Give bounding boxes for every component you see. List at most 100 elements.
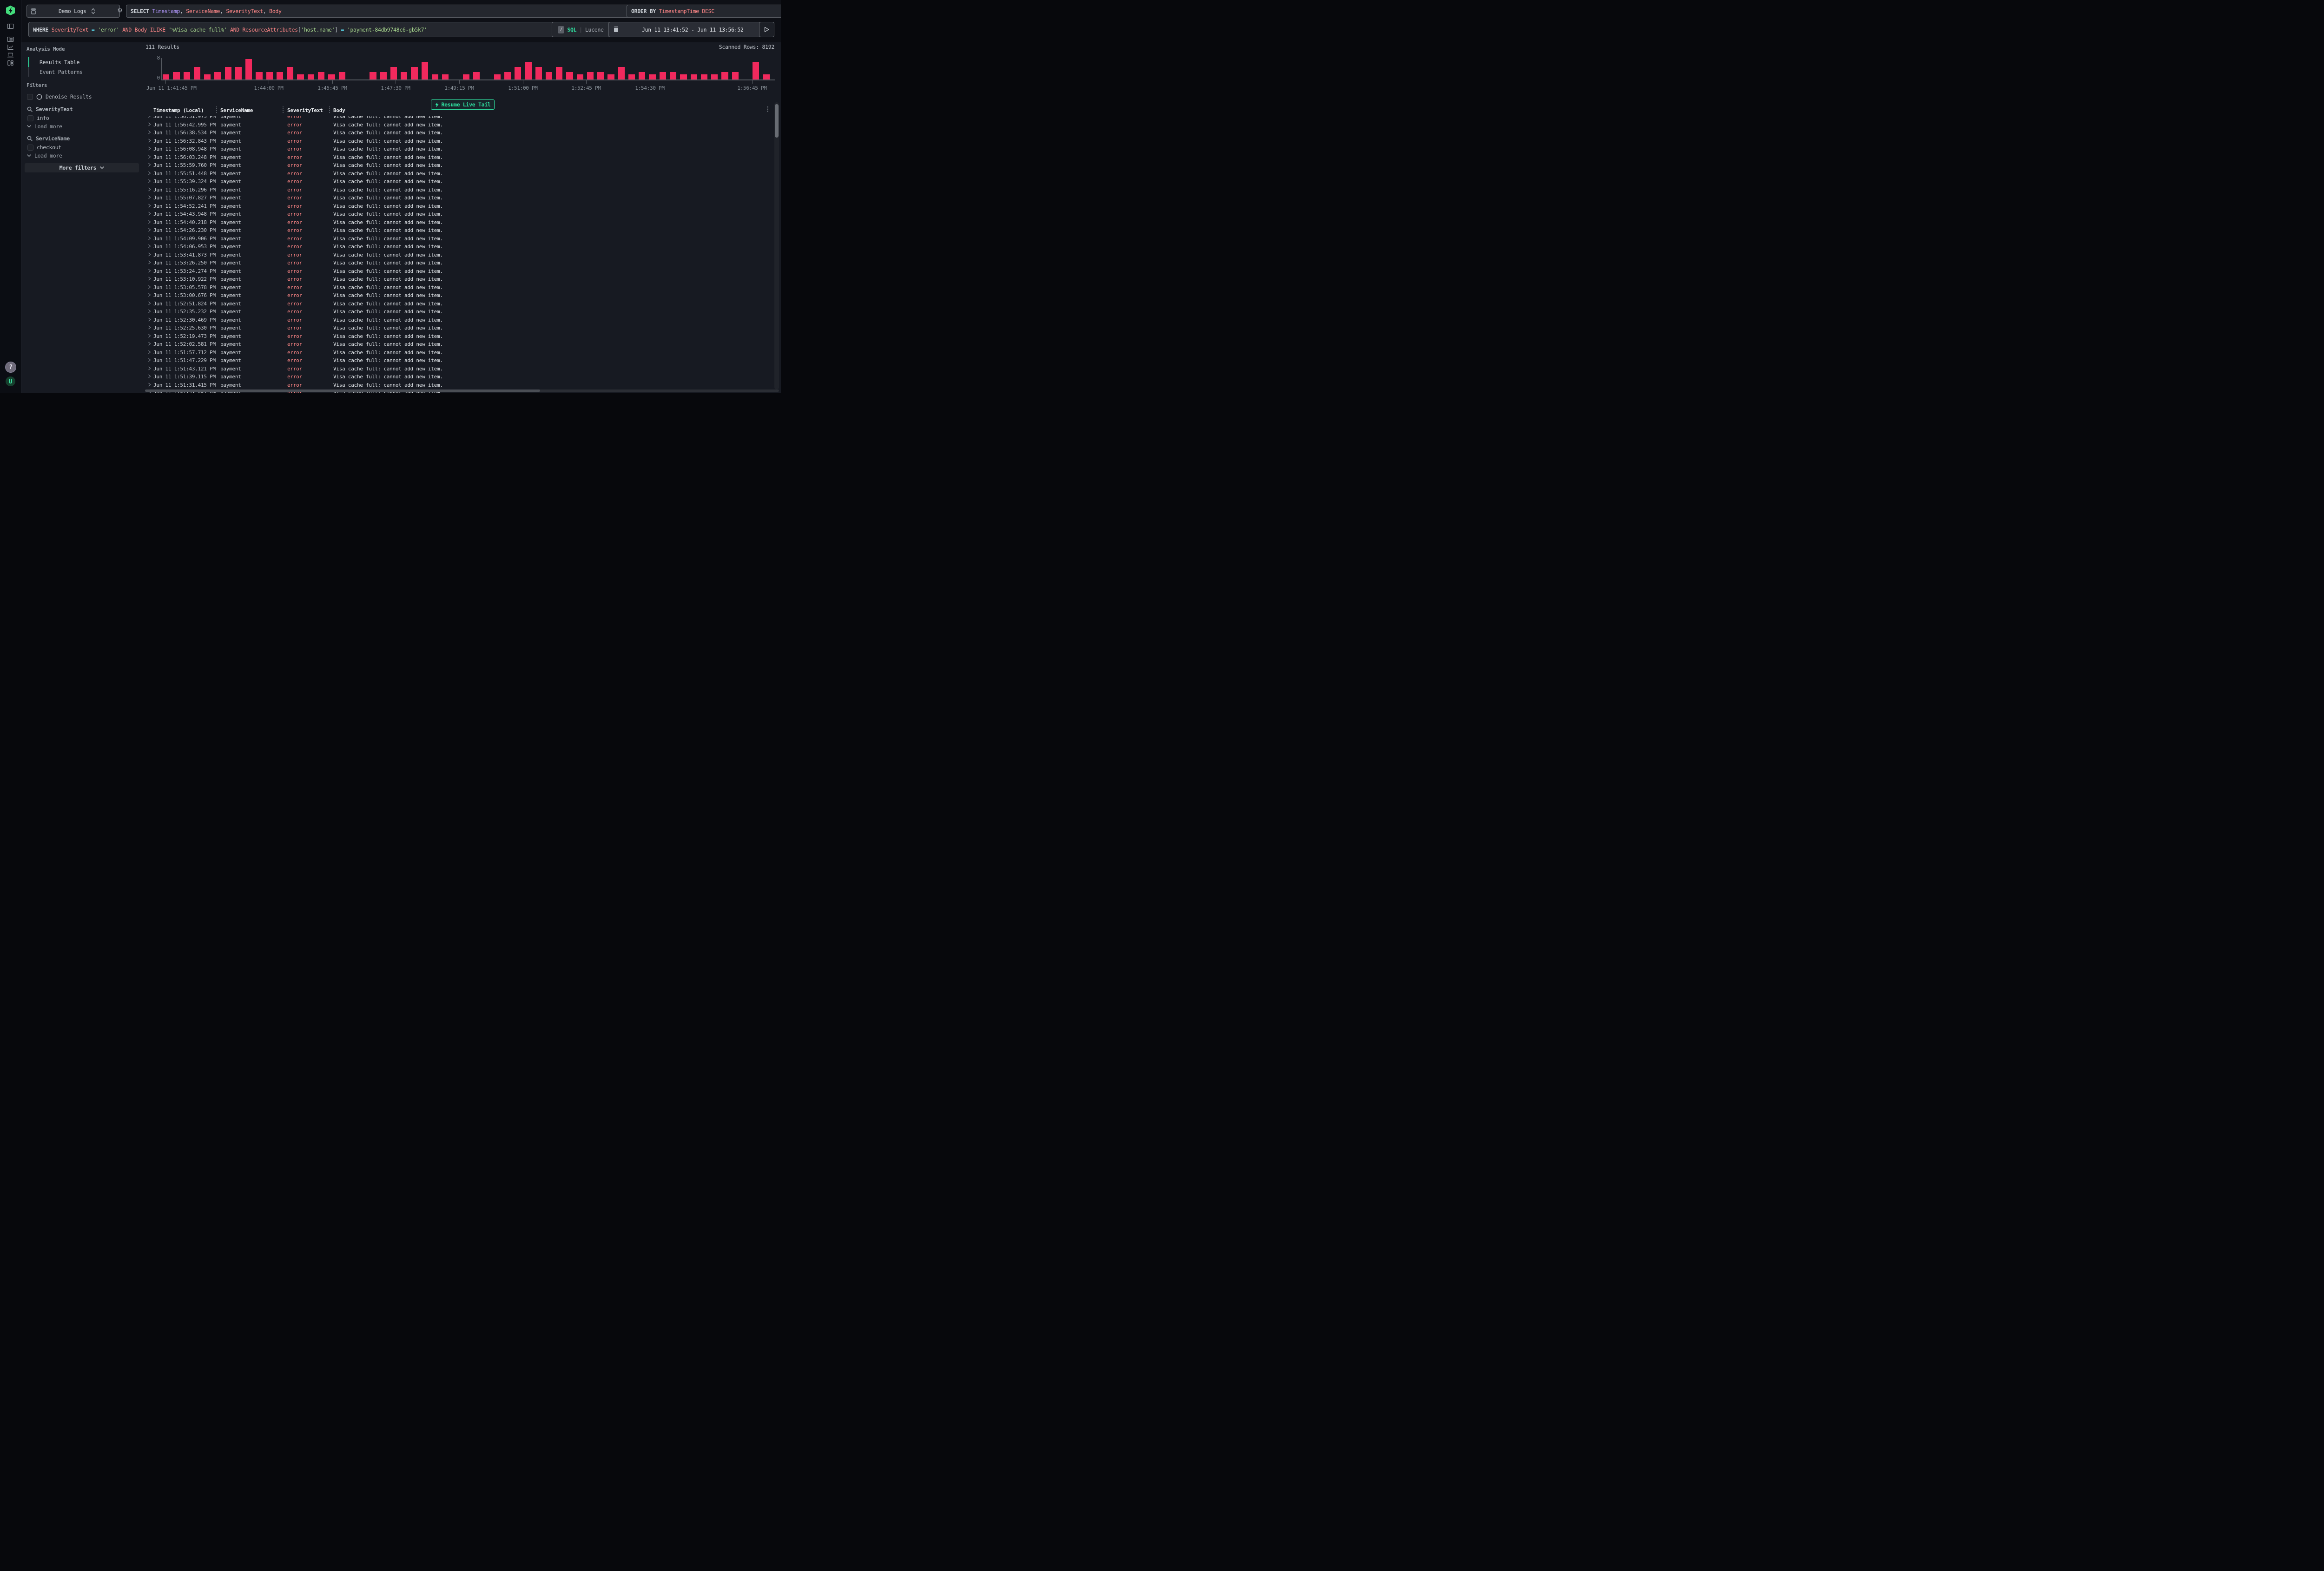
- row-expand-icon[interactable]: [148, 244, 151, 248]
- row-expand-icon[interactable]: [148, 122, 151, 126]
- row-expand-icon[interactable]: [148, 195, 151, 199]
- row-expand-icon[interactable]: [148, 285, 151, 289]
- histogram-bar[interactable]: [639, 72, 645, 80]
- row-expand-icon[interactable]: [148, 260, 151, 264]
- sidebar-toggle-icon[interactable]: [7, 22, 14, 30]
- row-expand-icon[interactable]: [148, 317, 151, 322]
- table-row[interactable]: Jun 11 1:51:57.712 PMpaymenterrorVisa ca…: [144, 348, 773, 356]
- histogram-bar[interactable]: [401, 72, 407, 80]
- language-sql-option[interactable]: SQL: [567, 26, 576, 33]
- row-expand-icon[interactable]: [148, 220, 151, 224]
- info-checkbox[interactable]: [27, 115, 33, 121]
- histogram-bar[interactable]: [597, 72, 604, 80]
- table-row[interactable]: Jun 11 1:56:32.843 PMpaymenterrorVisa ca…: [144, 137, 773, 145]
- user-avatar[interactable]: U: [6, 376, 15, 386]
- table-row[interactable]: Jun 11 1:52:25.630 PMpaymenterrorVisa ca…: [144, 323, 773, 332]
- column-grip-icon[interactable]: [283, 106, 284, 113]
- row-expand-icon[interactable]: [148, 350, 151, 354]
- histogram-bar[interactable]: [670, 72, 676, 80]
- histogram-bar[interactable]: [628, 74, 635, 79]
- histogram-bar[interactable]: [566, 72, 573, 80]
- histogram-bar[interactable]: [432, 74, 438, 79]
- row-expand-icon[interactable]: [148, 252, 151, 257]
- severitytext-load-more[interactable]: Load more: [27, 123, 62, 130]
- histogram-bar[interactable]: [753, 62, 759, 80]
- row-expand-icon[interactable]: [148, 342, 151, 346]
- table-row[interactable]: Jun 11 1:54:06.953 PMpaymenterrorVisa ca…: [144, 242, 773, 251]
- table-row[interactable]: Jun 11 1:54:52.241 PMpaymenterrorVisa ca…: [144, 202, 773, 210]
- order-by-input[interactable]: ORDER BY TimestampTime DESC: [627, 5, 781, 18]
- histogram-bar[interactable]: [660, 72, 666, 80]
- table-row[interactable]: Jun 11 1:53:05.578 PMpaymenterrorVisa ca…: [144, 283, 773, 291]
- tab-event-patterns[interactable]: Event Patterns: [28, 67, 83, 77]
- table-row[interactable]: Jun 11 1:53:00.676 PMpaymenterrorVisa ca…: [144, 291, 773, 299]
- row-expand-icon[interactable]: [148, 228, 151, 232]
- histogram-bar[interactable]: [618, 67, 625, 80]
- table-row[interactable]: Jun 11 1:55:59.760 PMpaymenterrorVisa ca…: [144, 161, 773, 169]
- run-query-button[interactable]: [759, 22, 774, 37]
- row-expand-icon[interactable]: [148, 325, 151, 330]
- histogram-bar[interactable]: [587, 72, 594, 80]
- histogram-bar[interactable]: [390, 67, 397, 80]
- histogram-bar[interactable]: [411, 67, 417, 80]
- row-expand-icon[interactable]: [148, 277, 151, 281]
- histogram-bar[interactable]: [504, 72, 511, 80]
- row-expand-icon[interactable]: [148, 366, 151, 370]
- histogram-bar[interactable]: [380, 72, 387, 80]
- histogram-bar[interactable]: [225, 67, 231, 80]
- row-expand-icon[interactable]: [148, 334, 151, 338]
- histogram-bar[interactable]: [577, 74, 583, 79]
- table-row[interactable]: Jun 11 1:51:39.115 PMpaymenterrorVisa ca…: [144, 372, 773, 381]
- column-header-timestamp[interactable]: Timestamp (Local): [153, 107, 204, 113]
- row-expand-icon[interactable]: [148, 358, 151, 362]
- search-logs-icon[interactable]: [7, 35, 14, 43]
- table-row[interactable]: Jun 11 1:52:30.469 PMpaymenterrorVisa ca…: [144, 316, 773, 324]
- histogram-bar[interactable]: [163, 74, 169, 79]
- row-expand-icon[interactable]: [148, 139, 151, 143]
- histogram-bar[interactable]: [287, 67, 293, 80]
- table-row[interactable]: Jun 11 1:51:43.121 PMpaymenterrorVisa ca…: [144, 364, 773, 373]
- histogram-bar[interactable]: [494, 74, 501, 79]
- histogram-bar[interactable]: [732, 72, 739, 80]
- histogram-bar[interactable]: [339, 72, 345, 80]
- row-expand-icon[interactable]: [148, 187, 151, 191]
- source-settings-icon[interactable]: ⚙: [115, 6, 125, 15]
- histogram-bar[interactable]: [442, 74, 449, 79]
- table-row[interactable]: Jun 11 1:51:31.415 PMpaymenterrorVisa ca…: [144, 381, 773, 389]
- table-row[interactable]: Jun 11 1:55:51.448 PMpaymenterrorVisa ca…: [144, 169, 773, 178]
- histogram-bar[interactable]: [701, 74, 707, 79]
- more-filters-button[interactable]: More filters: [25, 163, 139, 172]
- table-row[interactable]: Jun 11 1:54:43.948 PMpaymenterrorVisa ca…: [144, 210, 773, 218]
- row-expand-icon[interactable]: [148, 146, 151, 151]
- histogram-bar[interactable]: [463, 74, 469, 79]
- histogram-bar[interactable]: [649, 74, 655, 79]
- histogram-bar[interactable]: [721, 72, 728, 80]
- histogram-bar[interactable]: [535, 67, 542, 80]
- denoise-checkbox[interactable]: [27, 94, 33, 100]
- row-expand-icon[interactable]: [148, 171, 151, 175]
- histogram-bar[interactable]: [556, 67, 562, 80]
- row-expand-icon[interactable]: [148, 309, 151, 313]
- row-expand-icon[interactable]: [148, 204, 151, 208]
- table-row[interactable]: Jun 11 1:56:08.948 PMpaymenterrorVisa ca…: [144, 145, 773, 153]
- table-row[interactable]: Jun 11 1:54:09.906 PMpaymenterrorVisa ca…: [144, 234, 773, 243]
- servicename-load-more[interactable]: Load more: [27, 152, 62, 159]
- row-expand-icon[interactable]: [148, 179, 151, 183]
- histogram-bar[interactable]: [328, 74, 335, 79]
- table-row[interactable]: Jun 11 1:56:42.995 PMpaymenterrorVisa ca…: [144, 120, 773, 129]
- time-range-picker[interactable]: Jun 11 13:41:52 - Jun 11 13:56:52: [608, 22, 761, 37]
- histogram-bar[interactable]: [277, 72, 283, 80]
- row-expand-icon[interactable]: [148, 269, 151, 273]
- row-expand-icon[interactable]: [148, 163, 151, 167]
- table-row[interactable]: Jun 11 1:53:26.250 PMpaymenterrorVisa ca…: [144, 258, 773, 267]
- search-icon[interactable]: [27, 106, 33, 112]
- table-row[interactable]: Jun 11 1:54:40.218 PMpaymenterrorVisa ca…: [144, 218, 773, 226]
- column-header-servicename[interactable]: ServiceName: [220, 107, 253, 113]
- row-expand-icon[interactable]: [148, 383, 151, 387]
- row-expand-icon[interactable]: [148, 301, 151, 305]
- histogram-bar[interactable]: [680, 74, 687, 79]
- help-button[interactable]: ?: [5, 362, 16, 373]
- histogram-bar[interactable]: [515, 67, 521, 80]
- histogram-bar[interactable]: [214, 72, 221, 80]
- column-header-body[interactable]: Body: [333, 107, 345, 113]
